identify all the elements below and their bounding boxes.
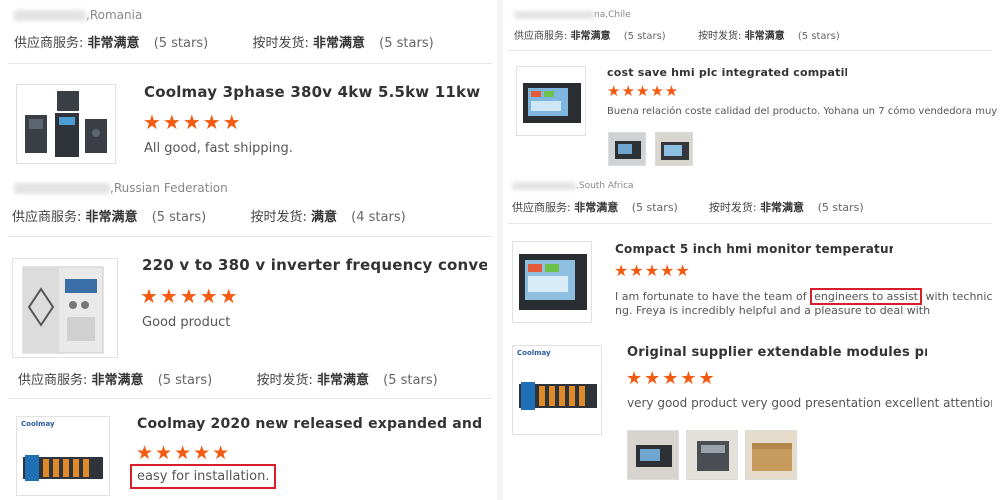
service-stars: (5 stars) bbox=[157, 373, 213, 388]
star-rating: ★★★★★ bbox=[614, 261, 691, 280]
product-title[interactable]: Original supplier extendable modules pro… bbox=[627, 345, 927, 360]
service-stars: (5 stars) bbox=[151, 210, 207, 225]
review-text: Good product bbox=[142, 315, 230, 330]
rating-line: 供应商服务: 非常满意 (5 stars) 按时发货: 非常满意 (5 star… bbox=[14, 32, 434, 51]
rating-line: 供应商服务: 非常满意 (5 stars) 按时发货: 非常满意 (5 star… bbox=[512, 199, 864, 215]
highlighted-phrase: easy for installation. bbox=[130, 464, 277, 489]
product-title[interactable]: Compact 5 inch hmi monitor temperature p… bbox=[615, 242, 893, 256]
service-value: 非常满意 bbox=[87, 36, 140, 51]
service-label: 供应商服务: bbox=[514, 31, 568, 42]
reviewer-location: ,Romania bbox=[14, 8, 142, 22]
review-text: I am fortunate to have the team of engin… bbox=[615, 288, 992, 305]
shipping-value: 满意 bbox=[311, 210, 338, 225]
product-thumbnail[interactable] bbox=[16, 84, 116, 164]
divider bbox=[508, 50, 992, 51]
divider bbox=[8, 236, 492, 237]
review-photo[interactable] bbox=[655, 132, 693, 166]
shipping-label: 按时发货: bbox=[256, 373, 313, 388]
reviewer-location: ,South Africa bbox=[512, 181, 634, 191]
service-value: 非常满意 bbox=[574, 201, 619, 214]
shipping-stars: (5 stars) bbox=[817, 201, 864, 214]
shipping-stars: (5 stars) bbox=[797, 31, 840, 42]
star-rating: ★★★★★ bbox=[140, 284, 240, 308]
star-rating: ★★★★★ bbox=[607, 82, 680, 100]
service-label: 供应商服务: bbox=[18, 373, 88, 388]
shipping-label: 按时发货: bbox=[252, 36, 309, 51]
product-thumbnail[interactable]: Coolmay bbox=[512, 345, 602, 435]
divider bbox=[8, 398, 492, 399]
review-text: All good, fast shipping. bbox=[144, 141, 293, 156]
shipping-stars: (5 stars) bbox=[383, 373, 438, 388]
shipping-label: 按时发货: bbox=[698, 31, 742, 42]
redacted-name bbox=[512, 181, 576, 190]
service-value: 非常满意 bbox=[91, 373, 144, 388]
rating-line: 供应商服务: 非常满意 (5 stars) 按时发货: 满意 (4 stars) bbox=[12, 206, 406, 225]
service-stars: (5 stars) bbox=[623, 31, 666, 42]
shipping-label: 按时发货: bbox=[250, 210, 307, 225]
brand-logo: Coolmay bbox=[517, 349, 551, 357]
service-value: 非常满意 bbox=[570, 31, 611, 42]
redacted-name bbox=[14, 10, 86, 21]
star-rating: ★★★★★ bbox=[626, 368, 717, 389]
divider bbox=[8, 63, 492, 64]
shipping-value: 非常满意 bbox=[317, 373, 370, 388]
panel-divider bbox=[497, 0, 503, 500]
rating-line: 供应商服务: 非常满意 (5 stars) 按时发货: 非常满意 (5 star… bbox=[18, 369, 438, 388]
service-label: 供应商服务: bbox=[512, 201, 571, 214]
review-text: easy for installation. bbox=[130, 464, 277, 489]
product-thumbnail[interactable]: Coolmay bbox=[16, 416, 110, 496]
shipping-value: 非常满意 bbox=[760, 201, 805, 214]
star-rating: ★★★★★ bbox=[136, 442, 232, 464]
review-text: Buena relación coste calidad del product… bbox=[607, 106, 1000, 117]
product-thumbnail[interactable] bbox=[516, 66, 586, 136]
divider bbox=[508, 223, 992, 224]
product-title[interactable]: cost save hmi plc integrated compatible … bbox=[607, 66, 847, 79]
service-label: 供应商服务: bbox=[12, 210, 82, 225]
brand-logo: Coolmay bbox=[21, 420, 55, 428]
shipping-stars: (5 stars) bbox=[379, 36, 434, 51]
redacted-name bbox=[514, 10, 594, 19]
shipping-label: 按时发货: bbox=[708, 201, 757, 214]
highlighted-phrase: muy amable. bbox=[975, 106, 1000, 117]
reviewer-location: na,Chile bbox=[514, 10, 631, 20]
shipping-value: 非常满意 bbox=[313, 36, 366, 51]
reviewer-location: ,Russian Federation bbox=[14, 181, 228, 195]
review-photo[interactable] bbox=[608, 132, 646, 166]
star-rating: ★★★★★ bbox=[143, 110, 243, 134]
product-title[interactable]: Coolmay 3phase 380v 4kw 5.5kw 11kw high … bbox=[144, 83, 484, 101]
shipping-value: 非常满意 bbox=[744, 31, 785, 42]
product-thumbnail[interactable] bbox=[512, 241, 592, 323]
service-stars: (5 stars) bbox=[153, 36, 209, 51]
redacted-name bbox=[14, 183, 110, 194]
product-thumbnail[interactable] bbox=[12, 258, 118, 358]
shipping-stars: (4 stars) bbox=[351, 210, 406, 225]
service-label: 供应商服务: bbox=[14, 36, 84, 51]
review-text-line2: ng. Freya is incredibly helpful and a pl… bbox=[615, 304, 931, 317]
review-photo[interactable] bbox=[627, 430, 679, 480]
service-value: 非常满意 bbox=[85, 210, 138, 225]
highlighted-phrase: Good product bbox=[142, 315, 231, 330]
service-stars: (5 stars) bbox=[631, 201, 678, 214]
highlighted-phrase: engineers to assist bbox=[810, 288, 922, 305]
highlighted-phrase: excellent attention from j bbox=[885, 396, 992, 410]
highlighted-phrase: , fast shipping. bbox=[196, 141, 293, 156]
rating-line: 供应商服务: 非常满意 (5 stars) 按时发货: 非常满意 (5 star… bbox=[514, 27, 840, 42]
product-title[interactable]: 220 v to 380 v inverter frequency conver… bbox=[142, 256, 487, 274]
review-text: very good product very good presentation… bbox=[627, 396, 992, 410]
review-photo[interactable] bbox=[745, 430, 797, 480]
product-title[interactable]: Coolmay 2020 new released expanded and i… bbox=[137, 416, 482, 432]
review-photo[interactable] bbox=[686, 430, 738, 480]
